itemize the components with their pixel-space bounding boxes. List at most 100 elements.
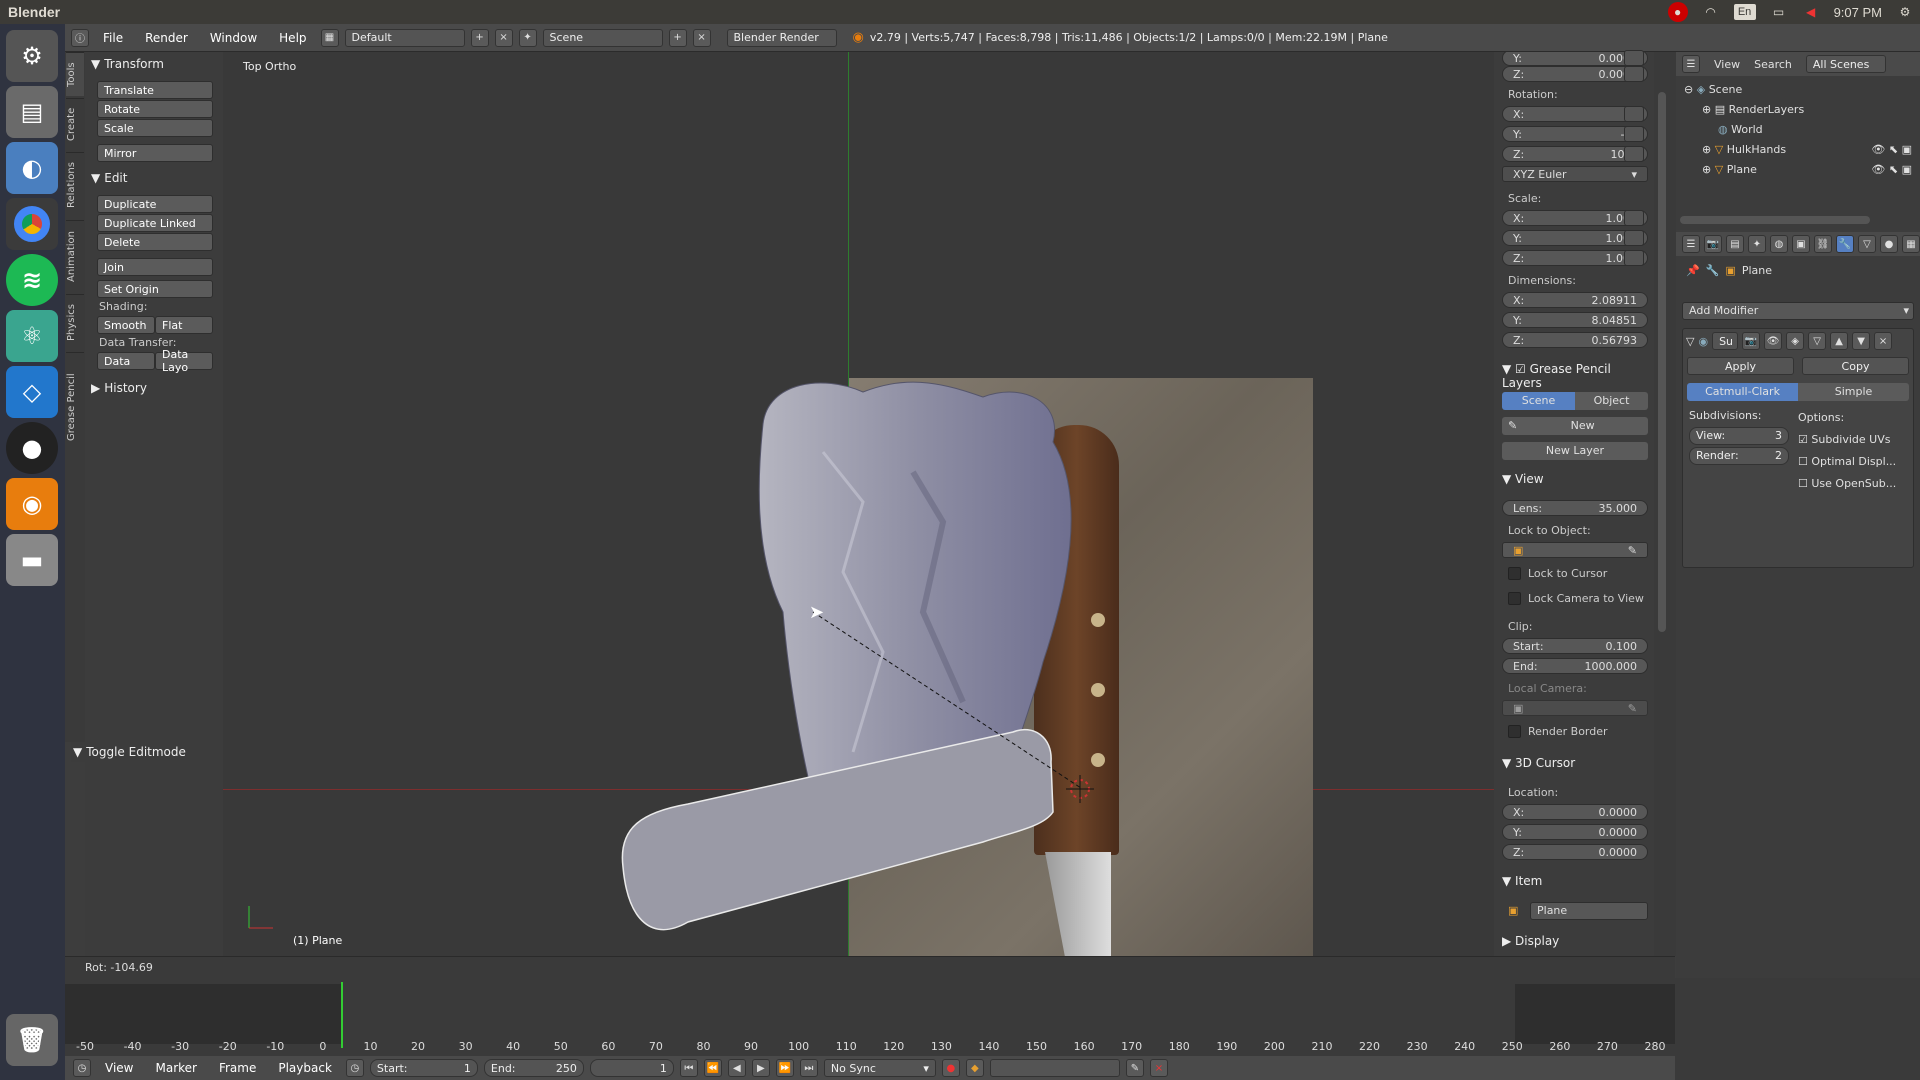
lock-cursor-checkbox[interactable] <box>1508 567 1521 580</box>
settings-icon[interactable]: ⚙ <box>6 30 58 82</box>
jump-end-icon[interactable]: ⏭ <box>799 1059 818 1077</box>
lock-icon[interactable] <box>1624 126 1644 142</box>
sync-select[interactable]: No Sync ▾ <box>823 1059 936 1077</box>
edit-panel-header[interactable]: ▼ Edit <box>89 168 219 188</box>
battery-icon[interactable]: ▭ <box>1770 4 1788 20</box>
render-toggle-icon[interactable]: 📷 <box>1742 332 1761 350</box>
timeline-menu-playback[interactable]: Playback <box>270 1061 340 1075</box>
material-tab-icon[interactable]: ● <box>1880 235 1898 253</box>
lock-icon[interactable] <box>1624 66 1644 82</box>
jump-start-icon[interactable]: ⏮ <box>679 1059 698 1077</box>
cursor-z-field[interactable]: Z: 0.0000 <box>1502 844 1648 860</box>
collapse-icon[interactable]: ▽ <box>1686 335 1694 348</box>
duplicate-button[interactable]: Duplicate <box>97 195 213 213</box>
flat-button[interactable]: Flat <box>155 316 213 334</box>
cursor-y-field[interactable]: Y: 0.0000 <box>1502 824 1648 840</box>
clock[interactable]: 9:07 PM <box>1834 5 1882 20</box>
add-layout-icon[interactable]: + <box>470 28 489 47</box>
viewport-toggle-icon[interactable]: 👁 <box>1764 332 1783 350</box>
lock-camera-checkbox[interactable] <box>1508 592 1521 605</box>
remove-scene-icon[interactable]: × <box>692 28 711 47</box>
play-reverse-icon[interactable]: ◀ <box>727 1059 746 1077</box>
gp-scene-button[interactable]: Scene <box>1502 392 1575 410</box>
modifier-name-field[interactable]: Su <box>1712 332 1739 350</box>
display-panel-header[interactable]: ▶ Display <box>1502 934 1559 948</box>
new-layer-button[interactable]: New Layer <box>1502 442 1648 460</box>
visibility-icon[interactable]: 👁 ⬉ ▣ <box>1871 140 1912 160</box>
clip-end-field[interactable]: End: 1000.000 <box>1502 658 1648 674</box>
outliner-item-scene[interactable]: ⊖ ◈ Scene <box>1684 80 1912 100</box>
constraints-tab-icon[interactable]: ⛓ <box>1814 235 1832 253</box>
lens-field[interactable]: Lens: 35.000 <box>1502 500 1648 516</box>
data-button[interactable]: Data <box>97 352 155 370</box>
current-frame-field[interactable]: 1 <box>589 1059 674 1077</box>
keying-set-icon[interactable]: ◆ <box>965 1059 984 1077</box>
outliner-item-renderlayers[interactable]: ⊕ ▤ RenderLayers <box>1684 100 1912 120</box>
outliner-display-select[interactable]: All Scenes <box>1805 55 1886 73</box>
editmode-toggle-icon[interactable]: ◈ <box>1786 332 1805 350</box>
layout-icon[interactable]: ▦ <box>320 28 339 47</box>
tab-tools[interactable]: Tools <box>66 52 84 96</box>
lock-icon[interactable] <box>1624 210 1644 226</box>
render-engine-select[interactable]: Blender Render <box>726 28 837 47</box>
blender-icon[interactable]: ◉ <box>6 478 58 530</box>
world-tab-icon[interactable]: ◍ <box>1770 235 1788 253</box>
volume-icon[interactable]: ◀ <box>1802 4 1820 20</box>
render-tab-icon[interactable]: 📷 <box>1704 235 1722 253</box>
cage-toggle-icon[interactable]: ▽ <box>1808 332 1827 350</box>
simple-button[interactable]: Simple <box>1798 383 1909 401</box>
spotify-icon[interactable]: ≋ <box>6 254 58 306</box>
layers-tab-icon[interactable]: ▤ <box>1726 235 1744 253</box>
layout-select[interactable]: Default <box>344 28 465 47</box>
current-frame-indicator[interactable] <box>341 982 343 1048</box>
rotation-mode-select[interactable]: XYZ Euler ▾ <box>1502 166 1648 182</box>
drive-icon[interactable]: ▬ <box>6 534 58 586</box>
add-modifier-dropdown[interactable]: Add Modifier ▾ <box>1682 302 1914 320</box>
move-down-icon[interactable]: ▼ <box>1852 332 1871 350</box>
lock-icon[interactable] <box>1624 250 1644 266</box>
vscode-icon[interactable]: ◇ <box>6 366 58 418</box>
end-frame-field[interactable]: End: 250 <box>483 1059 584 1077</box>
menu-window[interactable]: Window <box>202 31 265 45</box>
wifi-icon[interactable]: ◠ <box>1702 4 1720 20</box>
toggle-editmode-header[interactable]: ▼ Toggle Editmode <box>71 742 221 762</box>
keying-set-field[interactable] <box>989 1059 1120 1077</box>
catmull-clark-button[interactable]: Catmull-Clark <box>1687 383 1798 401</box>
join-button[interactable]: Join <box>97 258 213 276</box>
properties-type-icon[interactable]: ☰ <box>1682 235 1700 253</box>
grease-pencil-header[interactable]: ▼ ☑ Grease Pencil Layers <box>1502 362 1654 390</box>
prev-key-icon[interactable]: ⏪ <box>703 1059 722 1077</box>
menu-render[interactable]: Render <box>137 31 196 45</box>
add-scene-icon[interactable]: + <box>668 28 687 47</box>
scale-button[interactable]: Scale <box>97 119 213 137</box>
tab-animation[interactable]: Animation <box>66 220 84 292</box>
timeline[interactable]: -50 -40 -30 -20 -10 0 10 20 30 40 50 60 70 80 90 100 110… <box>65 978 1675 1056</box>
tab-physics[interactable]: Physics <box>66 294 84 350</box>
transform-panel-header[interactable]: ▼ Transform <box>89 54 219 74</box>
gear-icon[interactable]: ⚙ <box>1896 4 1914 20</box>
lock-icon[interactable] <box>1624 50 1644 66</box>
move-up-icon[interactable]: ▲ <box>1830 332 1849 350</box>
chrome-icon[interactable] <box>6 198 58 250</box>
gp-object-button[interactable]: Object <box>1575 392 1648 410</box>
gp-new-button[interactable]: ✎ New <box>1502 417 1648 435</box>
smooth-button[interactable]: Smooth <box>97 316 155 334</box>
menu-help[interactable]: Help <box>271 31 314 45</box>
outliner-type-icon[interactable]: ☰ <box>1682 55 1700 73</box>
steam-icon[interactable]: ● <box>1667 2 1688 22</box>
editor-type-icon[interactable]: ⓘ <box>71 28 89 47</box>
play-icon[interactable]: ▶ <box>751 1059 770 1077</box>
scene-select[interactable]: Scene <box>542 28 663 47</box>
timeline-menu-marker[interactable]: Marker <box>147 1061 204 1075</box>
optimal-display-option[interactable]: ☐ Optimal Displ... <box>1798 451 1907 473</box>
obs-icon[interactable]: ● <box>6 422 58 474</box>
outliner-scrollbar[interactable] <box>1680 216 1870 224</box>
subdivide-uvs-option[interactable]: ☑ Subdivide UVs <box>1798 429 1907 451</box>
dimension-x-field[interactable]: X: 2.08911 <box>1502 292 1648 308</box>
timeline-type-icon[interactable]: ◷ <box>73 1059 91 1077</box>
rotate-button[interactable]: Rotate <box>97 100 213 118</box>
item-name-field[interactable]: Plane <box>1530 902 1648 920</box>
timeline-menu-frame[interactable]: Frame <box>211 1061 264 1075</box>
scene-icon[interactable]: ✦ <box>518 28 537 47</box>
item-panel-header[interactable]: ▼ Item <box>1502 874 1542 888</box>
